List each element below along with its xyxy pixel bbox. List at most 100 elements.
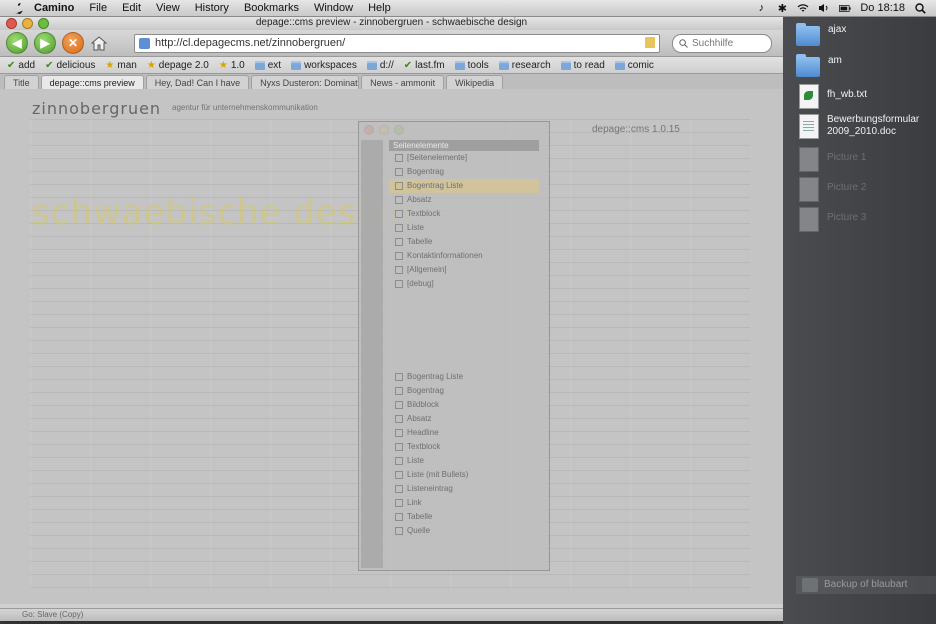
menu-clock[interactable]: Do 18:18 <box>860 2 905 14</box>
backup-drive[interactable]: Backup of blaubart <box>796 576 936 594</box>
tree-node-icon <box>395 266 403 274</box>
bookmark-folder-comic[interactable]: comic <box>611 60 658 71</box>
bookmark-depage-2[interactable]: ★ depage 2.0 <box>143 60 213 71</box>
menu-app-name[interactable]: Camino <box>34 2 83 14</box>
tree-item[interactable]: Absatz <box>389 193 539 207</box>
bluetooth-icon[interactable]: ✱ <box>776 2 788 15</box>
palette-item[interactable]: Absatz <box>389 412 539 426</box>
tree-item-label: Bogentrag Liste <box>407 181 464 190</box>
bookmark-folder-to-read[interactable]: to read <box>557 60 609 71</box>
hard-drive-icon <box>802 578 818 592</box>
bookmark-lastfm[interactable]: ✔ last.fm <box>400 60 449 71</box>
tree-item[interactable]: Liste <box>389 221 539 235</box>
spotlight-search-icon[interactable] <box>914 2 926 14</box>
tree-item-selected[interactable]: Bogentrag Liste <box>389 179 539 193</box>
desktop-icon-ajax[interactable]: ajax <box>796 23 846 46</box>
palette-item[interactable]: Bogentrag Liste <box>389 370 539 384</box>
check-icon: ✔ <box>7 59 16 71</box>
forward-button[interactable]: ▶ <box>34 32 56 54</box>
folder-icon <box>796 23 820 46</box>
menu-edit[interactable]: Edit <box>122 2 150 14</box>
tree-item[interactable]: [Allgemein] <box>389 263 539 277</box>
bookmark-add[interactable]: ✔ add <box>3 60 39 71</box>
tab-nyxs[interactable]: Nyxs Dusteron: Dominate <box>251 75 360 90</box>
tree-item[interactable]: [debug] <box>389 277 539 291</box>
palette-item[interactable]: Headline <box>389 426 539 440</box>
apple-icon[interactable] <box>10 2 26 14</box>
palette-item[interactable]: Liste <box>389 454 539 468</box>
palette-item[interactable]: Liste (mit Bullets) <box>389 468 539 482</box>
tree-item[interactable]: Tabelle <box>389 235 539 249</box>
bookmark-folder-tools[interactable]: tools <box>451 60 493 71</box>
zoom-window-button[interactable] <box>38 18 49 29</box>
desktop-icon-fh-wb[interactable]: fh_wb.txt <box>796 84 867 109</box>
window-titlebar[interactable]: depage::cms preview - zinnobergruen - sc… <box>0 16 783 30</box>
palette-item[interactable]: Link <box>389 496 539 510</box>
desktop-icon-picture-3[interactable]: Picture 3 <box>796 207 866 232</box>
image-file-icon <box>799 177 819 202</box>
ghost-layers: zinnobergruen agentur für unternehmensko… <box>0 89 783 604</box>
search-icon <box>679 38 688 48</box>
tab-depage-preview[interactable]: depage::cms preview <box>40 75 144 90</box>
tree-item-label: Absatz <box>407 195 432 204</box>
tab-hey-dad[interactable]: Hey, Dad! Can I have <box>145 75 250 90</box>
minimize-window-button[interactable] <box>22 18 33 29</box>
bookmark-delicious[interactable]: ✔ delicious <box>41 60 99 71</box>
tree-item-label: [debug] <box>407 279 434 288</box>
menu-file[interactable]: File <box>89 2 116 14</box>
search-input[interactable]: Suchhilfe <box>672 33 772 53</box>
menu-bookmarks[interactable]: Bookmarks <box>244 2 308 14</box>
tree-item[interactable]: Textblock <box>389 207 539 221</box>
menu-view[interactable]: View <box>156 2 189 14</box>
menu-window[interactable]: Window <box>314 2 362 14</box>
palette-item[interactable]: Listeneintrag <box>389 482 539 496</box>
tree-node-icon <box>395 154 403 162</box>
menu-help[interactable]: Help <box>368 2 400 14</box>
home-button[interactable] <box>90 34 108 52</box>
volume-icon[interactable] <box>818 2 830 14</box>
tree-item[interactable]: [Seitenelemente] <box>389 151 539 165</box>
battery-icon[interactable] <box>839 2 851 14</box>
tree-node-icon <box>395 182 403 190</box>
folder-icon <box>454 60 465 70</box>
palette-item-icon <box>395 443 403 451</box>
site-brand: zinnobergruen <box>32 99 162 118</box>
palette-item[interactable]: Tabelle <box>389 510 539 524</box>
menu-history[interactable]: History <box>195 2 238 14</box>
desktop-icon-picture-1[interactable]: Picture 1 <box>796 147 866 172</box>
tab-title[interactable]: Title <box>4 75 39 90</box>
tab-wikipedia[interactable]: Wikipedia <box>446 75 504 90</box>
tree-item[interactable]: Kontaktinformationen <box>389 249 539 263</box>
bookmark-page-icon[interactable] <box>645 36 655 48</box>
bookmarks-bar: ✔ add ✔ delicious ★ man ★ depage 2.0 ★ 1.0 ex… <box>0 57 783 74</box>
bookmark-folder-research[interactable]: research <box>495 60 555 71</box>
url-bar[interactable]: http://cl.depagecms.net/zinnobergruen/ <box>134 33 660 53</box>
bookmark-folder-d[interactable]: d:// <box>363 60 398 71</box>
bookmark-label: delicious <box>56 59 96 71</box>
palette-item[interactable]: Bildblock <box>389 398 539 412</box>
bookmark-1-0[interactable]: ★ 1.0 <box>215 60 249 71</box>
home-icon <box>91 35 107 50</box>
menu-bar: Camino File Edit View History Bookmarks … <box>0 0 936 17</box>
star-icon: ★ <box>105 59 115 71</box>
close-window-button[interactable] <box>6 18 17 29</box>
stop-button[interactable]: ✕ <box>62 32 84 54</box>
desktop-icon-picture-2[interactable]: Picture 2 <box>796 177 866 202</box>
tree-item[interactable]: Bogentrag <box>389 165 539 179</box>
bookmark-man[interactable]: ★ man <box>101 60 140 71</box>
back-button[interactable]: ◀ <box>6 32 28 54</box>
bookmark-folder-ext[interactable]: ext <box>251 60 285 71</box>
bookmark-folder-workspaces[interactable]: workspaces <box>287 60 361 71</box>
wifi-icon[interactable] <box>797 2 809 14</box>
palette-item[interactable]: Quelle <box>389 524 539 538</box>
editor-title: depage::cms 1.0.15 <box>592 124 680 135</box>
desktop-icon-am[interactable]: am <box>796 54 842 77</box>
tab-news[interactable]: News - ammonit <box>361 75 445 90</box>
menu-extras: ♪ ✱ Do 18:18 <box>755 2 936 15</box>
music-note-icon[interactable]: ♪ <box>755 2 767 14</box>
desktop-icon-bewerbungsformular[interactable]: Bewerbungsformular 2009_2010.doc <box>796 114 936 139</box>
palette-item-label: Quelle <box>407 526 431 535</box>
bookmark-label: depage 2.0 <box>158 59 209 71</box>
palette-item[interactable]: Bogentrag <box>389 384 539 398</box>
palette-item[interactable]: Textblock <box>389 440 539 454</box>
